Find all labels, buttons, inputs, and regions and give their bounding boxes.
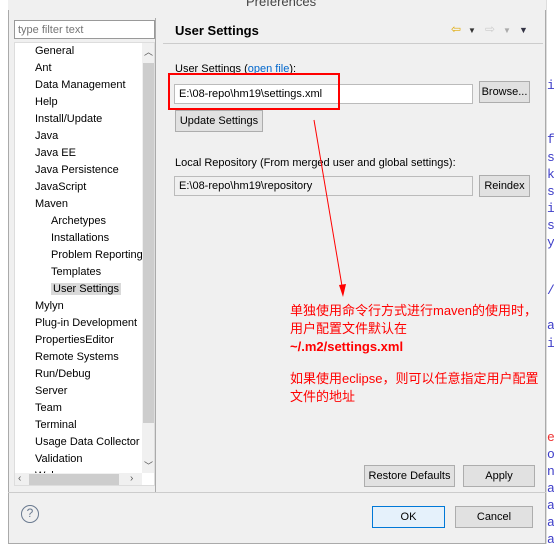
annotation-note: 单独使用命令行方式进行maven的使用时，用户配置文件默认在 ~/.m2/set… xyxy=(290,302,550,406)
annotation-line-1: 单独使用命令行方式进行maven的使用时，用户配置文件默认在 xyxy=(290,303,538,336)
annotation-arrow xyxy=(313,119,346,297)
annotation-line-2: ~/.m2/settings.xml xyxy=(290,339,404,354)
annotation-line-3: 如果使用eclipse，则可以任意指定用户配置文件的地址 xyxy=(290,371,539,404)
